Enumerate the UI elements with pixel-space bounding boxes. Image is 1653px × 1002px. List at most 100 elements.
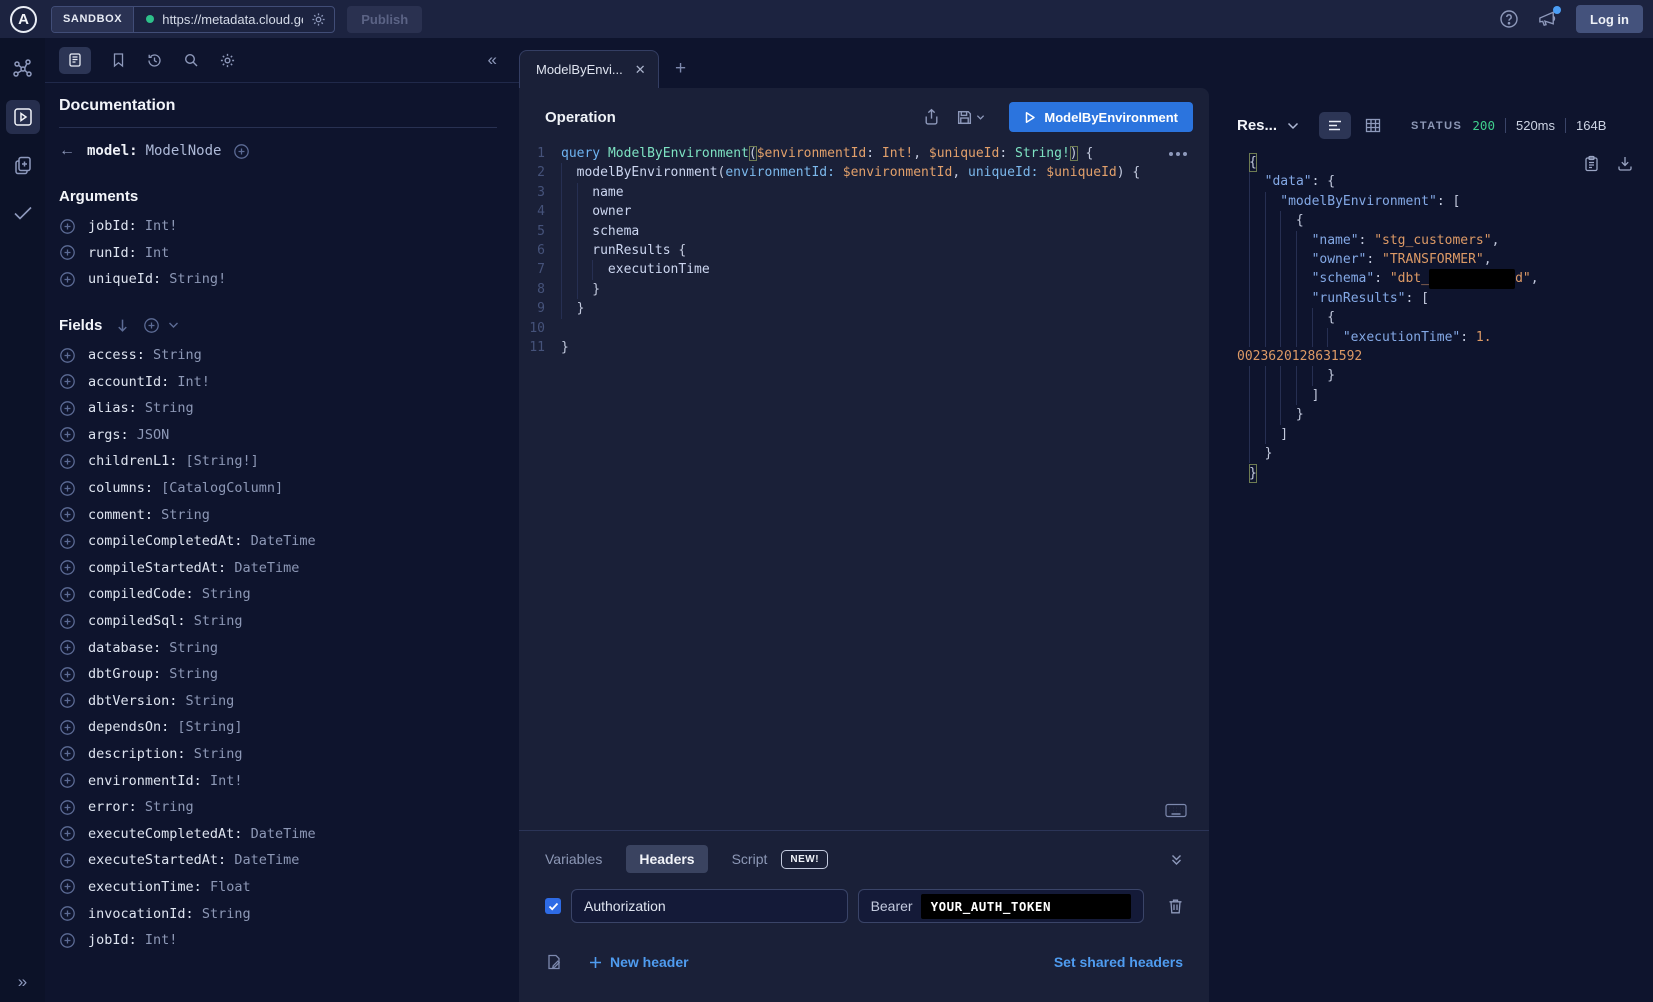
add-field-icon[interactable]: [59, 400, 76, 417]
field-type[interactable]: DateTime: [234, 852, 299, 868]
search-tab-icon[interactable]: [183, 52, 199, 68]
add-field-icon[interactable]: [59, 373, 76, 390]
collapse-drawer-icon[interactable]: [1170, 853, 1183, 866]
field-type[interactable]: DateTime: [251, 533, 316, 549]
field-type[interactable]: [CatalogColumn]: [161, 480, 283, 496]
run-operation-button[interactable]: ModelByEnvironment: [1009, 102, 1193, 132]
field-type[interactable]: String: [186, 693, 235, 709]
operation-tab[interactable]: ModelByEnvi... ✕: [519, 50, 659, 88]
field-name[interactable]: access:: [88, 347, 145, 363]
add-field-icon[interactable]: [59, 506, 76, 523]
edit-document-icon[interactable]: [545, 953, 563, 971]
header-name-input[interactable]: Authorization: [571, 889, 848, 923]
field-name[interactable]: compileCompletedAt:: [88, 533, 242, 549]
add-field-icon[interactable]: [59, 453, 76, 470]
breadcrumb-type-link[interactable]: ModelNode: [146, 143, 222, 159]
field-type[interactable]: String: [194, 613, 243, 629]
field-name[interactable]: dbtVersion:: [88, 693, 177, 709]
field-type[interactable]: String: [153, 347, 202, 363]
set-shared-headers-button[interactable]: Set shared headers: [1054, 954, 1183, 970]
close-tab-icon[interactable]: ✕: [635, 63, 646, 76]
field-type[interactable]: String: [202, 586, 251, 602]
add-field-icon[interactable]: [59, 613, 76, 630]
field-name[interactable]: executeStartedAt:: [88, 852, 226, 868]
add-all-fields-icon[interactable]: [233, 143, 250, 160]
field-name[interactable]: compiledSql:: [88, 613, 186, 629]
login-button[interactable]: Log in: [1576, 5, 1643, 33]
settings-tab-icon[interactable]: [219, 52, 236, 69]
add-field-icon[interactable]: [59, 772, 76, 789]
nav-changelog-icon[interactable]: [6, 148, 40, 182]
response-dropdown-chevron-icon[interactable]: [1287, 122, 1299, 130]
editor-overflow-menu-icon[interactable]: [1169, 152, 1187, 156]
download-response-icon[interactable]: [1617, 155, 1633, 178]
header-enabled-checkbox[interactable]: [545, 898, 561, 914]
add-field-icon[interactable]: [59, 533, 76, 550]
auth-token-chip[interactable]: YOUR_AUTH_TOKEN: [921, 894, 1131, 919]
nav-explorer-icon[interactable]: [6, 100, 40, 134]
fields-options-chevron-icon[interactable]: [168, 321, 179, 329]
field-name[interactable]: uniqueId:: [88, 271, 161, 287]
add-field-icon[interactable]: [59, 559, 76, 576]
field-type[interactable]: DateTime: [234, 560, 299, 576]
copy-response-icon[interactable]: [1584, 155, 1599, 178]
field-type[interactable]: String!: [169, 271, 226, 287]
tab-script[interactable]: Script: [732, 851, 768, 867]
field-type[interactable]: String: [169, 640, 218, 656]
collapse-doc-panel-icon[interactable]: «: [488, 50, 497, 70]
tab-variables[interactable]: Variables: [545, 851, 602, 867]
field-type[interactable]: DateTime: [251, 826, 316, 842]
add-field-icon[interactable]: [59, 745, 76, 762]
field-name[interactable]: childrenL1:: [88, 453, 177, 469]
add-field-icon[interactable]: [59, 218, 76, 235]
field-type[interactable]: Int!: [145, 218, 178, 234]
field-type[interactable]: Float: [210, 879, 251, 895]
field-type[interactable]: String: [161, 507, 210, 523]
raw-view-icon[interactable]: [1319, 112, 1351, 139]
new-header-button[interactable]: New header: [589, 954, 689, 970]
field-name[interactable]: executeCompletedAt:: [88, 826, 242, 842]
help-icon[interactable]: [1499, 9, 1519, 29]
add-field-icon[interactable]: [59, 932, 76, 949]
field-name[interactable]: dependsOn:: [88, 719, 169, 735]
field-type[interactable]: String: [145, 400, 194, 416]
field-name[interactable]: invocationId:: [88, 906, 194, 922]
field-name[interactable]: args:: [88, 427, 129, 443]
add-field-icon[interactable]: [59, 426, 76, 443]
add-field-icon[interactable]: [59, 271, 76, 288]
field-name[interactable]: compiledCode:: [88, 586, 194, 602]
add-fields-icon[interactable]: [143, 317, 160, 334]
docs-tab-icon[interactable]: [59, 47, 91, 74]
add-field-icon[interactable]: [59, 719, 76, 736]
back-arrow-icon[interactable]: ←: [59, 142, 75, 160]
field-name[interactable]: error:: [88, 799, 137, 815]
field-name[interactable]: accountId:: [88, 374, 169, 390]
history-tab-icon[interactable]: [146, 52, 163, 69]
field-type[interactable]: JSON: [137, 427, 170, 443]
add-field-icon[interactable]: [59, 480, 76, 497]
delete-header-icon[interactable]: [1168, 898, 1183, 915]
announcements-megaphone-icon[interactable]: [1537, 9, 1558, 29]
sort-fields-icon[interactable]: [116, 318, 129, 333]
apollo-logo-icon[interactable]: A: [10, 6, 37, 33]
field-type[interactable]: Int: [145, 245, 169, 261]
add-field-icon[interactable]: [59, 666, 76, 683]
endpoint-url-field[interactable]: https://metadata.cloud.getd: [134, 12, 334, 27]
operation-editor[interactable]: 1query ModelByEnvironment($environmentId…: [519, 140, 1209, 830]
field-type[interactable]: [String!]: [186, 453, 259, 469]
add-field-icon[interactable]: [59, 692, 76, 709]
field-name[interactable]: description:: [88, 746, 186, 762]
field-type[interactable]: Int!: [145, 932, 178, 948]
field-name[interactable]: columns:: [88, 480, 153, 496]
field-name[interactable]: jobId:: [88, 932, 137, 948]
table-view-icon[interactable]: [1357, 112, 1389, 139]
add-field-icon[interactable]: [59, 852, 76, 869]
tab-headers[interactable]: Headers: [626, 845, 707, 873]
add-field-icon[interactable]: [59, 586, 76, 603]
add-field-icon[interactable]: [59, 825, 76, 842]
endpoint-url-text[interactable]: https://metadata.cloud.getd: [162, 12, 303, 27]
endpoint-settings-gear-icon[interactable]: [311, 12, 326, 27]
add-field-icon[interactable]: [59, 905, 76, 922]
field-name[interactable]: runId:: [88, 245, 137, 261]
add-field-icon[interactable]: [59, 639, 76, 656]
